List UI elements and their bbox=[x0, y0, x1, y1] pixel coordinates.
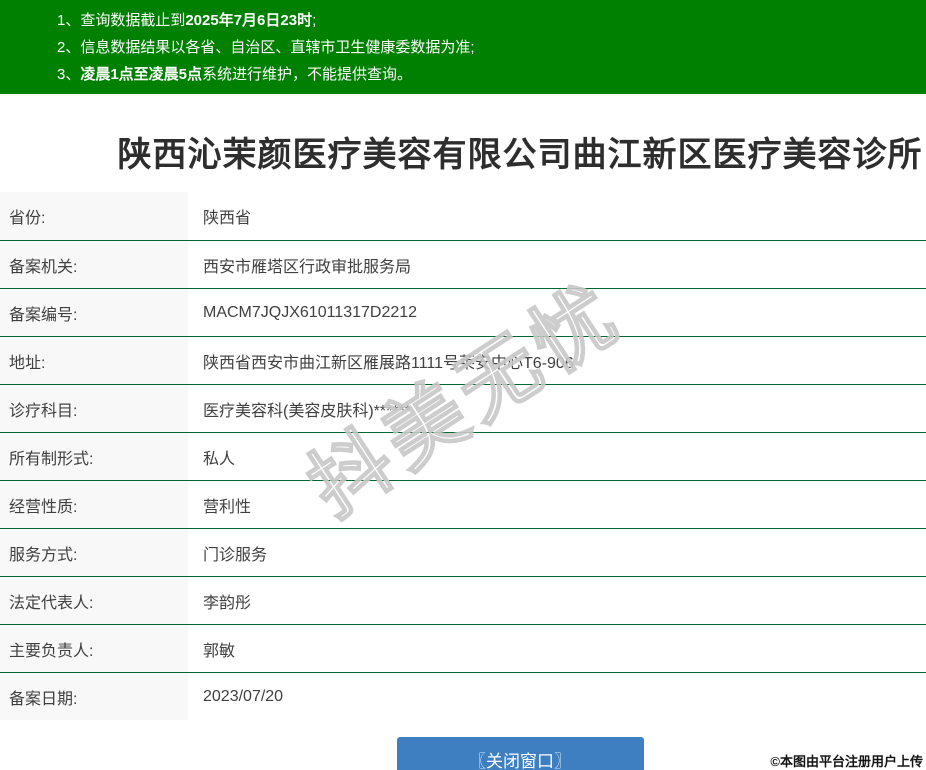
row-value: 郭敏 bbox=[203, 642, 236, 660]
row-label: 省份: bbox=[0, 192, 188, 240]
notice-2-text: 2、信息数据结果以各省、自治区、直辖市卫生健康委数据为准; bbox=[57, 39, 475, 56]
row-label: 备案机关: bbox=[0, 241, 188, 288]
row-label: 法定代表人: bbox=[0, 577, 188, 624]
notice-1-bold: 2025年7月6日23时 bbox=[185, 12, 313, 29]
row-label: 备案编号: bbox=[0, 289, 188, 336]
row-value: 陕西省 bbox=[203, 210, 252, 227]
table-row-legal-representative: 法定代表人: 李韵彤 bbox=[0, 576, 926, 624]
row-label: 备案日期: bbox=[0, 673, 188, 720]
notice-3-suffix: 系统进行维护，不能提供查询。 bbox=[202, 66, 413, 83]
table-row-business-nature: 经营性质: 营利性 bbox=[0, 480, 926, 528]
notice-1-suffix: ; bbox=[312, 12, 317, 29]
notice-line-3: 3、凌晨1点至凌晨5点系统进行维护，不能提供查询。 bbox=[57, 61, 926, 88]
row-label: 主要负责人: bbox=[0, 625, 188, 672]
row-value: 陕西省西安市曲江新区雁展路1111号莱安中心T6-906 bbox=[203, 354, 574, 372]
table-row-service-mode: 服务方式: 门诊服务 bbox=[0, 528, 926, 576]
table-row-filing-date: 备案日期: 2023/07/20 bbox=[0, 672, 926, 720]
row-label: 经营性质: bbox=[0, 481, 188, 528]
row-value: 私人 bbox=[203, 450, 236, 468]
row-label: 所有制形式: bbox=[0, 433, 188, 480]
notice-line-2: 2、信息数据结果以各省、自治区、直辖市卫生健康委数据为准; bbox=[57, 34, 926, 61]
table-row-filing-authority: 备案机关: 西安市雁塔区行政审批服务局 bbox=[0, 240, 926, 288]
row-value: 西安市雁塔区行政审批服务局 bbox=[203, 258, 412, 276]
row-value: 2023/07/20 bbox=[203, 687, 284, 705]
upload-credit-watermark: ©本图由平台注册用户上传 bbox=[770, 754, 923, 769]
notice-3-text: 3、 bbox=[57, 66, 81, 83]
notice-line-1: 1、查询数据截止到2025年7月6日23时; bbox=[57, 7, 926, 34]
row-value: MACM7JQJX61011317D2212 bbox=[203, 303, 418, 321]
row-value: 李韵彤 bbox=[203, 594, 252, 612]
row-value: 门诊服务 bbox=[203, 546, 268, 564]
page-container: 1、查询数据截止到2025年7月6日23时; 2、信息数据结果以各省、自治区、直… bbox=[0, 0, 926, 770]
table-row-medical-subjects: 诊疗科目: 医疗美容科(美容皮肤科)****** bbox=[0, 384, 926, 432]
table-row-ownership: 所有制形式: 私人 bbox=[0, 432, 926, 480]
notice-bar: 1、查询数据截止到2025年7月6日23时; 2、信息数据结果以各省、自治区、直… bbox=[0, 0, 926, 94]
notice-3-bold: 凌晨1点至凌晨5点 bbox=[80, 66, 203, 83]
close-window-button[interactable]: 〖关闭窗口〗 bbox=[396, 737, 644, 770]
table-row-main-person: 主要负责人: 郭敏 bbox=[0, 624, 926, 672]
table-row-province: 省份: 陕西省 bbox=[0, 192, 926, 240]
table-row-address: 地址: 陕西省西安市曲江新区雁展路1111号莱安中心T6-906 bbox=[0, 336, 926, 384]
info-table: 省份: 陕西省 备案机关: 西安市雁塔区行政审批服务局 备案编号: MACM7J… bbox=[0, 192, 926, 720]
notice-1-text: 1、查询数据截止到 bbox=[57, 12, 186, 29]
row-label: 服务方式: bbox=[0, 529, 188, 576]
table-row-filing-number: 备案编号: MACM7JQJX61011317D2212 bbox=[0, 288, 926, 336]
row-value: 营利性 bbox=[203, 498, 252, 516]
page-title: 陕西沁茉颜医疗美容有限公司曲江新区医疗美容诊所 bbox=[117, 136, 923, 174]
row-label: 诊疗科目: bbox=[0, 385, 188, 432]
row-label: 地址: bbox=[0, 337, 188, 384]
row-value: 医疗美容科(美容皮肤科)****** bbox=[203, 402, 412, 420]
